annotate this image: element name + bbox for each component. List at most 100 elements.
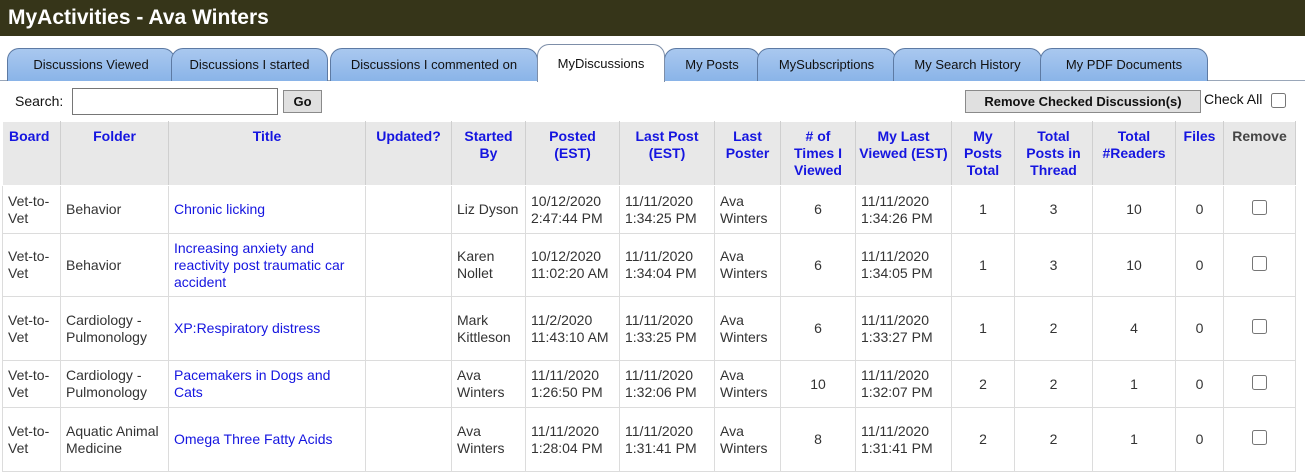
cell-posted: 11/2/2020 11:43:10 AM [525,296,620,361]
cell-total-posts: 2 [1014,360,1093,408]
cell-my-last-viewed: 11/11/2020 1:32:07 PM [855,360,952,408]
cell-files: 0 [1175,296,1224,361]
tab-strip: Discussions Viewed Discussions I started… [0,36,1305,82]
cell-updated [365,233,452,297]
remove-checkbox[interactable] [1252,200,1267,215]
cell-times-viewed: 6 [780,185,856,234]
tab-mydiscussions[interactable]: MyDiscussions [537,44,665,82]
header-folder[interactable]: Folder [60,121,169,186]
table-row: Vet-to-Vet Behavior Chronic licking Liz … [2,185,1296,234]
cell-total-readers: 10 [1092,233,1176,297]
header-my-last-viewed[interactable]: My Last Viewed (EST) [855,121,952,186]
header-times-viewed[interactable]: # of Times I Viewed [780,121,856,186]
header-last-poster[interactable]: Last Poster [714,121,781,186]
discussion-title-link[interactable]: XP:Respiratory distress [174,320,320,336]
cell-board: Vet-to-Vet [2,233,61,297]
cell-started-by: Ava Winters [451,407,526,472]
discussion-title-link[interactable]: Chronic licking [174,201,265,217]
discussion-title-link[interactable]: Omega Three Fatty Acids [174,431,332,447]
cell-files: 0 [1175,407,1224,472]
cell-times-viewed: 8 [780,407,856,472]
cell-remove [1223,407,1296,472]
cell-last-poster: Ava Winters [714,407,781,472]
header-board[interactable]: Board [2,121,61,186]
cell-total-posts: 2 [1014,296,1093,361]
cell-my-last-viewed: 11/11/2020 1:34:05 PM [855,233,952,297]
tab-discussions-commented[interactable]: Discussions I commented on [330,48,538,81]
cell-folder: Behavior [60,233,169,297]
remove-checkbox[interactable] [1252,430,1267,445]
cell-last-poster: Ava Winters [714,296,781,361]
cell-my-last-viewed: 11/11/2020 1:34:26 PM [855,185,952,234]
cell-my-posts-total: 1 [951,233,1015,297]
cell-my-posts-total: 1 [951,296,1015,361]
toolbar: Search: Go Remove Checked Discussion(s) … [0,81,1305,119]
cell-my-posts-total: 2 [951,360,1015,408]
cell-last-post: 11/11/2020 1:31:41 PM [619,407,715,472]
cell-remove [1223,233,1296,297]
discussion-title-link[interactable]: Increasing anxiety and reactivity post t… [174,240,344,290]
header-posted[interactable]: Posted (EST) [525,121,620,186]
header-updated[interactable]: Updated? [365,121,452,186]
header-total-posts[interactable]: Total Posts in Thread [1014,121,1093,186]
table-header-row: Board Folder Title Updated? Started By P… [2,121,1296,186]
remove-checked-button[interactable]: Remove Checked Discussion(s) [965,90,1201,113]
cell-started-by: Karen Nollet [451,233,526,297]
cell-my-last-viewed: 11/11/2020 1:33:27 PM [855,296,952,361]
cell-board: Vet-to-Vet [2,185,61,234]
header-last-post[interactable]: Last Post (EST) [619,121,715,186]
check-all-checkbox[interactable] [1271,93,1286,108]
go-button[interactable]: Go [283,90,322,113]
cell-board: Vet-to-Vet [2,407,61,472]
tab-mysubscriptions[interactable]: MySubscriptions [757,48,896,81]
cell-board: Vet-to-Vet [2,296,61,361]
tab-my-pdf-documents[interactable]: My PDF Documents [1040,48,1208,81]
cell-remove [1223,185,1296,234]
cell-folder: Behavior [60,185,169,234]
header-total-readers[interactable]: Total #Readers [1092,121,1176,186]
header-started-by[interactable]: Started By [451,121,526,186]
header-remove: Remove [1223,121,1296,186]
cell-updated [365,185,452,234]
cell-total-readers: 4 [1092,296,1176,361]
cell-started-by: Ava Winters [451,360,526,408]
cell-total-readers: 1 [1092,360,1176,408]
search-label: Search: [15,93,64,109]
cell-folder: Cardiology - Pulmonology [60,360,169,408]
check-all-label: Check All [1204,91,1263,107]
cell-last-post: 11/11/2020 1:33:25 PM [619,296,715,361]
table-row: Vet-to-Vet Aquatic Animal Medicine Omega… [2,407,1296,472]
cell-last-post: 11/11/2020 1:32:06 PM [619,360,715,408]
cell-remove [1223,360,1296,408]
tab-my-search-history[interactable]: My Search History [893,48,1042,81]
remove-checkbox[interactable] [1252,319,1267,334]
discussion-title-link[interactable]: Pacemakers in Dogs and Cats [174,367,330,400]
remove-checkbox[interactable] [1252,374,1267,390]
tab-discussions-started[interactable]: Discussions I started [171,48,328,81]
cell-posted: 10/12/2020 11:02:20 AM [525,233,620,297]
page-title: MyActivities - Ava Winters [0,0,1305,36]
tab-discussions-viewed[interactable]: Discussions Viewed [7,48,175,81]
header-files[interactable]: Files [1175,121,1224,186]
cell-files: 0 [1175,233,1224,297]
discussions-table: Board Folder Title Updated? Started By P… [2,121,1296,472]
cell-board: Vet-to-Vet [2,360,61,408]
cell-updated [365,407,452,472]
cell-my-last-viewed: 11/11/2020 1:31:41 PM [855,407,952,472]
table-row: Vet-to-Vet Cardiology - Pulmonology Pace… [2,360,1296,408]
search-input[interactable] [72,88,278,115]
cell-times-viewed: 6 [780,233,856,297]
tab-my-posts[interactable]: My Posts [664,48,760,81]
cell-title: Omega Three Fatty Acids [168,407,366,472]
table-row: Vet-to-Vet Cardiology - Pulmonology XP:R… [2,296,1296,361]
cell-folder: Cardiology - Pulmonology [60,296,169,361]
cell-remove [1223,296,1296,361]
cell-total-posts: 2 [1014,407,1093,472]
header-title[interactable]: Title [168,121,366,186]
cell-title: Pacemakers in Dogs and Cats [168,360,366,408]
remove-checkbox[interactable] [1252,255,1267,271]
cell-updated [365,296,452,361]
header-my-posts-total[interactable]: My Posts Total [951,121,1015,186]
cell-last-poster: Ava Winters [714,360,781,408]
cell-last-poster: Ava Winters [714,233,781,297]
